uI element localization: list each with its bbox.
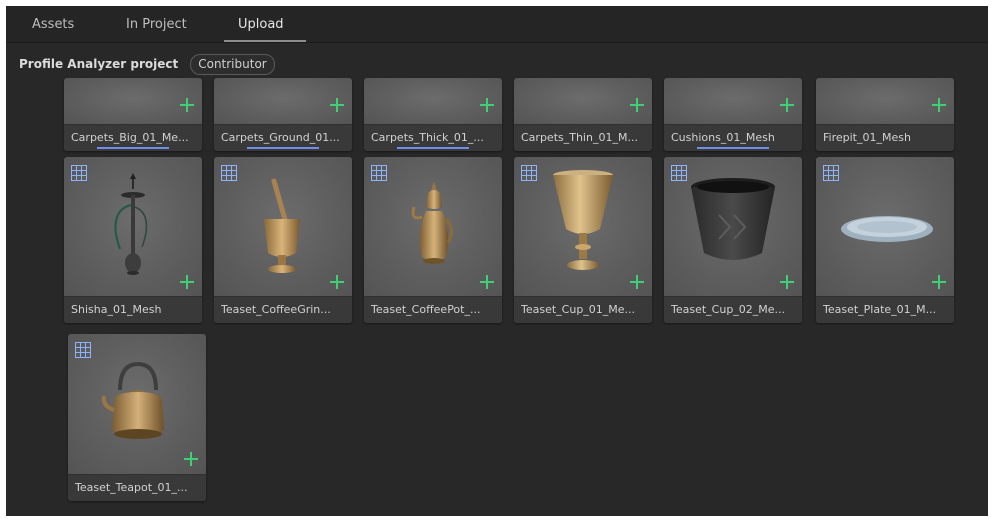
asset-card[interactable]: Teaset_CoffeePot_... [364, 157, 502, 323]
upload-progress-bar [97, 147, 169, 149]
mesh-icon [71, 165, 87, 181]
upload-progress-fill [397, 147, 469, 149]
add-to-project-icon[interactable] [780, 275, 794, 289]
asset-card[interactable]: Shisha_01_Mesh [64, 157, 202, 323]
add-to-project-icon[interactable] [932, 98, 946, 112]
upload-progress-fill [247, 147, 319, 149]
upload-progress-fill [697, 147, 769, 149]
add-to-project-icon[interactable] [330, 275, 344, 289]
asset-card[interactable]: Carpets_Thin_01_M... [514, 78, 652, 151]
upload-progress-bar [697, 147, 769, 149]
asset-card[interactable]: Teaset_Plate_01_M... [816, 157, 954, 323]
asset-name: Firepit_01_Mesh [823, 131, 911, 144]
asset-card[interactable]: Teaset_Cup_02_Me... [664, 157, 802, 323]
asset-label-bar: Teaset_CoffeePot_... [364, 296, 502, 323]
asset-name: Teaset_Plate_01_M... [823, 303, 937, 316]
asset-card[interactable]: Carpets_Thick_01_... [364, 78, 502, 151]
upload-progress-bar [247, 147, 319, 149]
add-to-project-icon[interactable] [184, 452, 198, 466]
asset-label-bar: Carpets_Thin_01_M... [514, 124, 652, 151]
mesh-icon [521, 165, 537, 181]
asset-card[interactable]: Firepit_01_Mesh [816, 78, 954, 151]
add-to-project-icon[interactable] [480, 98, 494, 112]
asset-card[interactable]: Teaset_Cup_01_Me... [514, 157, 652, 323]
asset-card[interactable]: Cushions_01_Mesh [664, 78, 802, 151]
asset-name: Teaset_CoffeePot_... [371, 303, 481, 316]
asset-card[interactable]: Teaset_Teapot_01_... [68, 334, 206, 501]
asset-name: Teaset_Cup_01_Me... [521, 303, 636, 316]
add-to-project-icon[interactable] [330, 98, 344, 112]
upload-progress-fill [97, 147, 169, 149]
asset-name: Teaset_Cup_02_Me... [671, 303, 786, 316]
asset-card[interactable]: Teaset_CoffeeGrin... [214, 157, 352, 323]
asset-label-bar: Teaset_Cup_01_Me... [514, 296, 652, 323]
asset-name: Carpets_Thick_01_... [371, 131, 484, 144]
asset-name: Carpets_Thin_01_M... [521, 131, 638, 144]
asset-name: Teaset_CoffeeGrin... [221, 303, 331, 316]
asset-label-bar: Firepit_01_Mesh [816, 124, 954, 151]
add-to-project-icon[interactable] [180, 275, 194, 289]
mesh-icon [221, 165, 237, 181]
asset-name: Teaset_Teapot_01_... [75, 481, 188, 494]
add-to-project-icon[interactable] [780, 98, 794, 112]
add-to-project-icon[interactable] [480, 275, 494, 289]
add-to-project-icon[interactable] [180, 98, 194, 112]
mesh-icon [671, 165, 687, 181]
asset-name: Carpets_Big_01_Me... [71, 131, 189, 144]
add-to-project-icon[interactable] [932, 275, 946, 289]
add-to-project-icon[interactable] [630, 98, 644, 112]
asset-label-bar: Teaset_CoffeeGrin... [214, 296, 352, 323]
asset-card[interactable]: Carpets_Ground_01... [214, 78, 352, 151]
asset-label-bar: Teaset_Plate_01_M... [816, 296, 954, 323]
asset-name: Cushions_01_Mesh [671, 131, 775, 144]
asset-name: Carpets_Ground_01... [221, 131, 340, 144]
upload-progress-bar [397, 147, 469, 149]
mesh-icon [371, 165, 387, 181]
asset-label-bar: Teaset_Teapot_01_... [68, 474, 206, 501]
asset-name: Shisha_01_Mesh [71, 303, 162, 316]
asset-label-bar: Shisha_01_Mesh [64, 296, 202, 323]
asset-card[interactable]: Carpets_Big_01_Me... [64, 78, 202, 151]
mesh-icon [823, 165, 839, 181]
mesh-icon [75, 342, 91, 358]
asset-grid: Carpets_Big_01_Me... Carpets_Ground_01..… [6, 6, 988, 516]
asset-browser-window: Assets In Project Upload Profile Analyze… [6, 6, 988, 516]
asset-label-bar: Teaset_Cup_02_Me... [664, 296, 802, 323]
add-to-project-icon[interactable] [630, 275, 644, 289]
